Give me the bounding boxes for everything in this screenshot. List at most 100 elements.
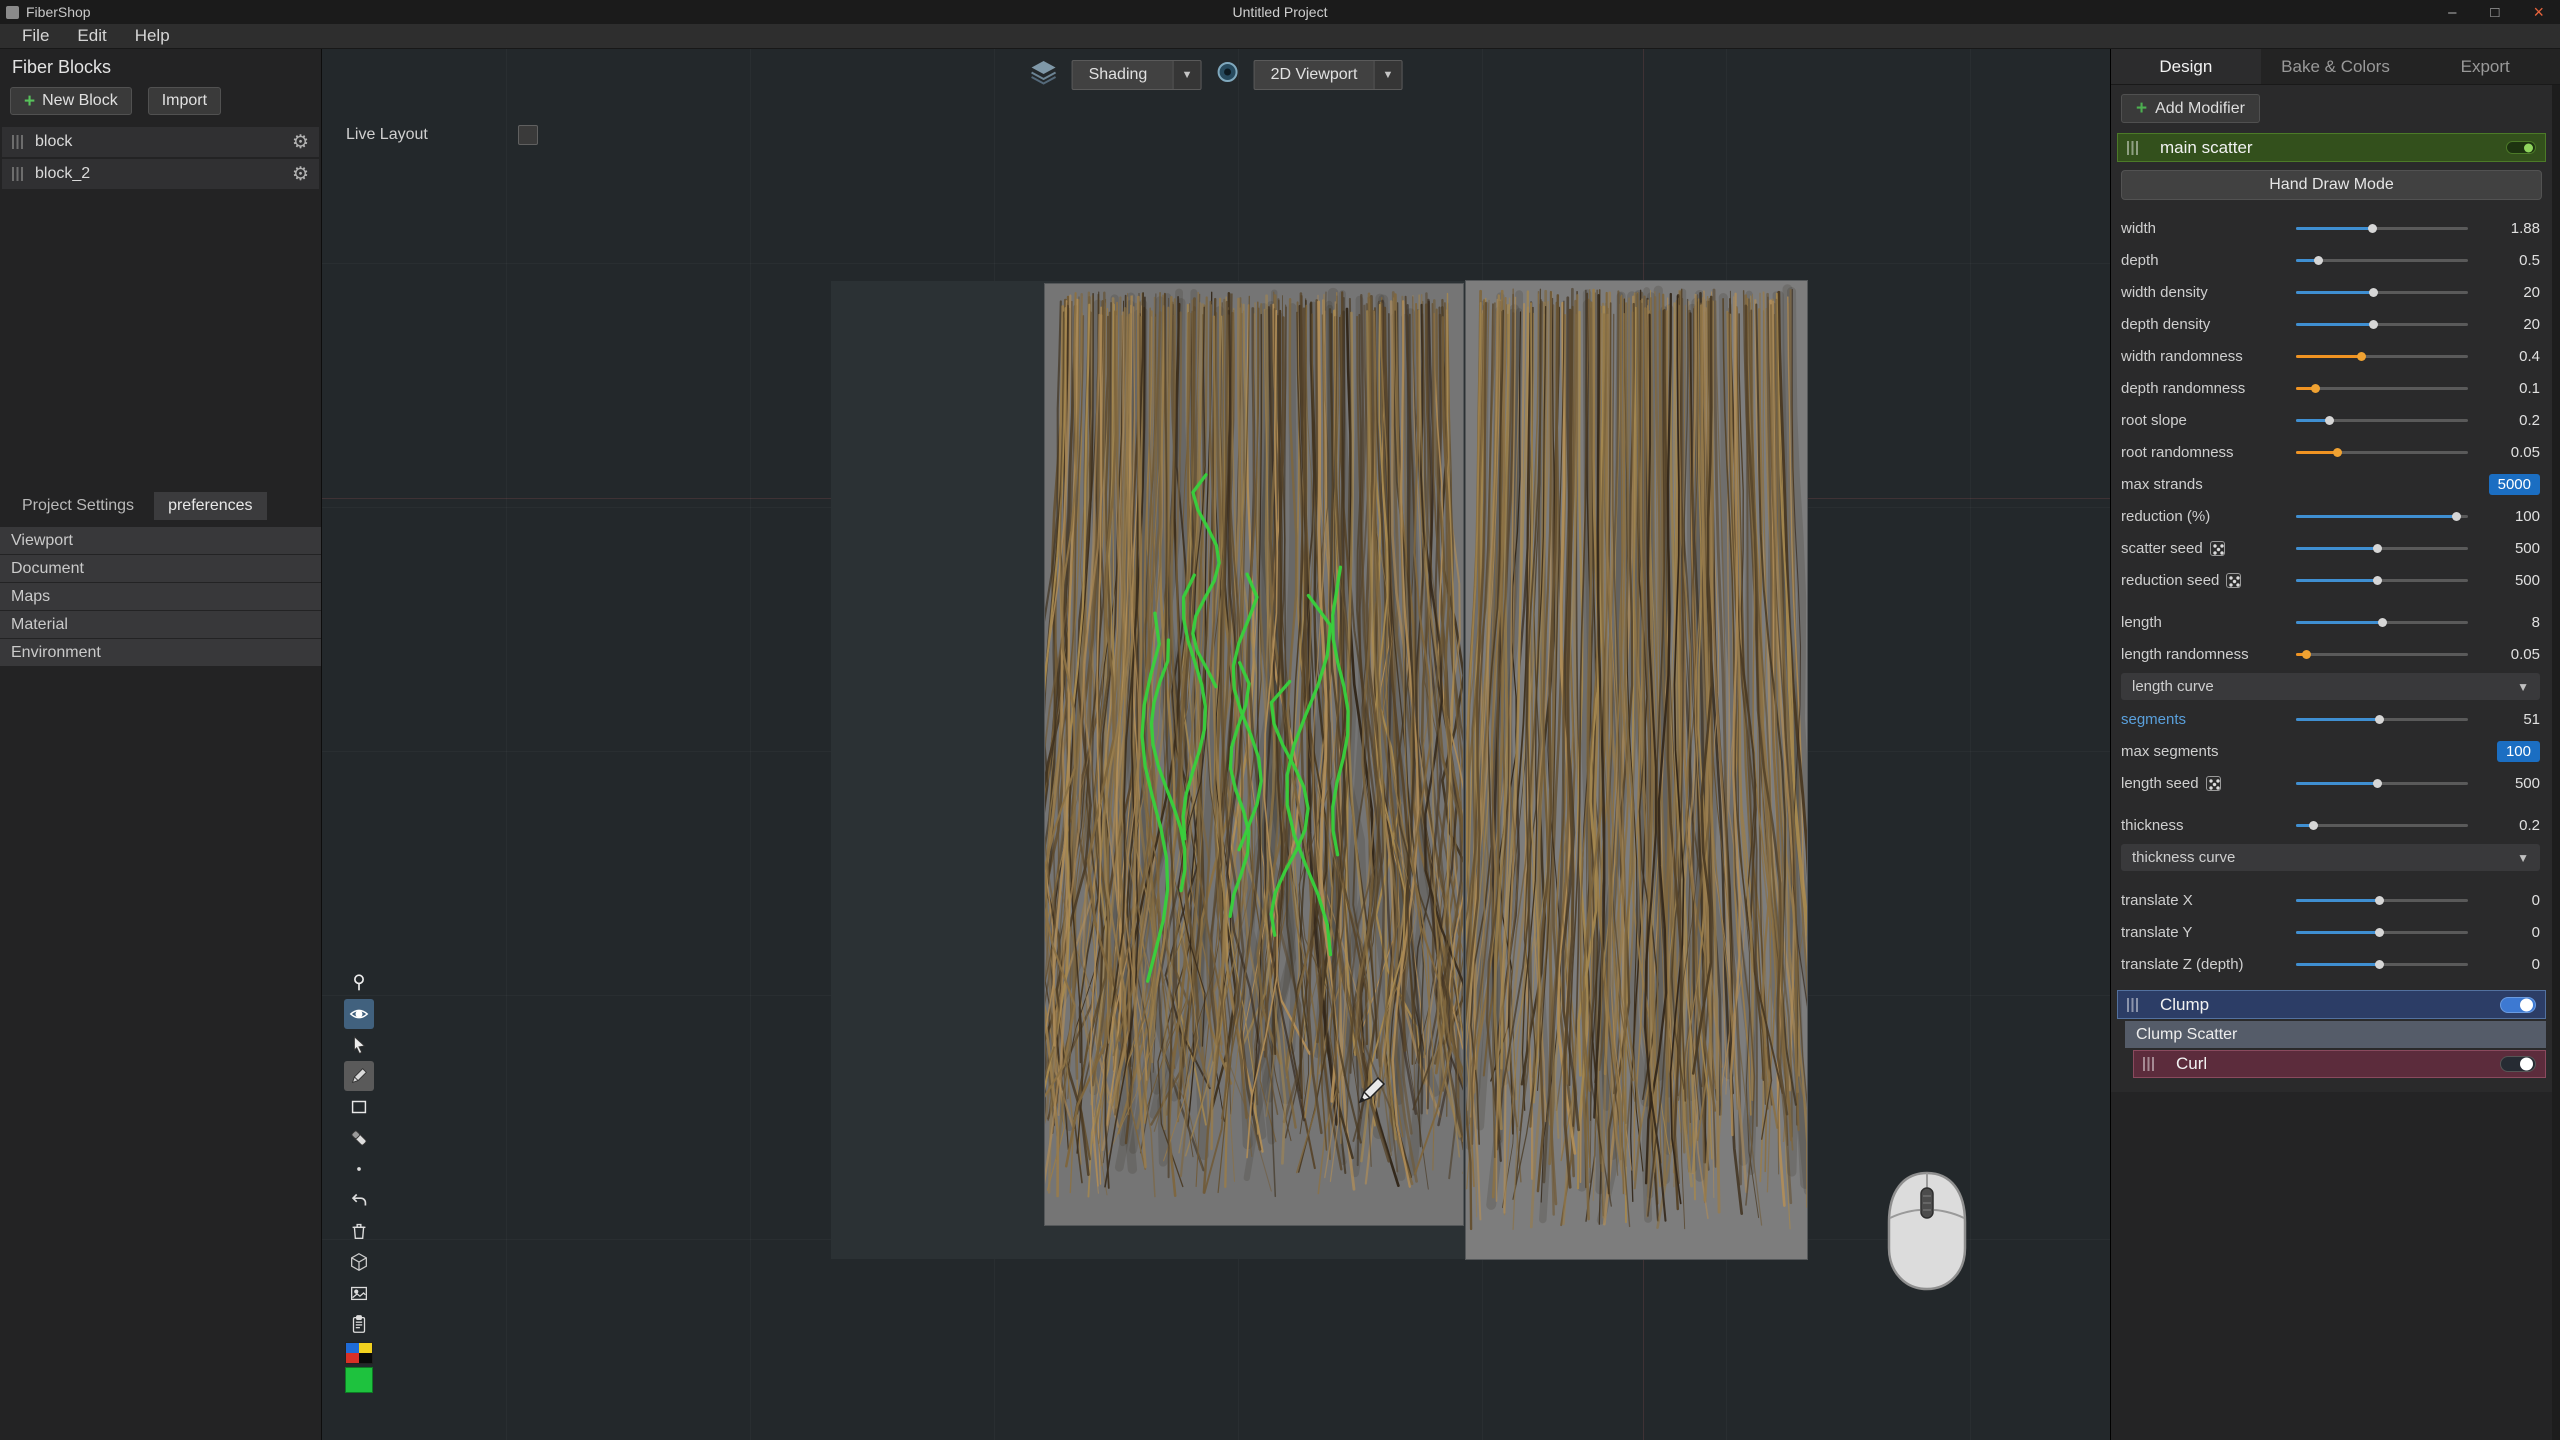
visibility-tool-icon[interactable]	[344, 999, 374, 1029]
slider-handle[interactable]	[2373, 544, 2382, 553]
slider-handle[interactable]	[2325, 416, 2334, 425]
param-value[interactable]: 0.2	[2478, 412, 2540, 429]
main-scatter-header[interactable]: main scatter	[2117, 133, 2546, 162]
slider-handle[interactable]	[2369, 288, 2378, 297]
param-value-field[interactable]: 100	[2497, 741, 2540, 762]
slider-handle[interactable]	[2311, 384, 2320, 393]
param-value[interactable]: 0.2	[2478, 817, 2540, 834]
import-button[interactable]: Import	[148, 87, 221, 115]
param-slider[interactable]	[2296, 621, 2468, 624]
param-value[interactable]: 500	[2478, 540, 2540, 557]
param-value[interactable]: 0.5	[2478, 252, 2540, 269]
hair-preview-left[interactable]	[1045, 284, 1463, 1225]
settings-tab-preferences[interactable]: preferences	[154, 492, 267, 520]
slider-handle[interactable]	[2302, 650, 2311, 659]
param-slider[interactable]	[2296, 227, 2468, 230]
param-value[interactable]: 20	[2478, 284, 2540, 301]
image-tool-icon[interactable]	[344, 1278, 374, 1308]
color-quad-swatch[interactable]	[345, 1342, 373, 1364]
modifier-clump-scatter[interactable]: Clump Scatter	[2125, 1021, 2546, 1048]
slider-handle[interactable]	[2314, 256, 2323, 265]
dice-icon[interactable]	[2210, 541, 2225, 556]
param-slider[interactable]	[2296, 579, 2468, 582]
param-value[interactable]: 100	[2478, 741, 2540, 762]
slider-handle[interactable]	[2375, 960, 2384, 969]
slider-handle[interactable]	[2309, 821, 2318, 830]
param-slider[interactable]	[2296, 291, 2468, 294]
param-slider[interactable]	[2296, 782, 2468, 785]
param-value[interactable]: 5000	[2478, 474, 2540, 495]
param-slider[interactable]	[2296, 547, 2468, 550]
settings-item-maps[interactable]: Maps	[0, 583, 321, 610]
drag-handle-icon[interactable]	[2127, 141, 2138, 155]
param-slider[interactable]	[2296, 355, 2468, 358]
clipboard-icon[interactable]	[344, 1309, 374, 1339]
brush-size-icon[interactable]	[344, 1154, 374, 1184]
close-button[interactable]: ×	[2533, 2, 2544, 23]
settings-item-document[interactable]: Document	[0, 555, 321, 582]
pencil-tool-icon[interactable]	[344, 1061, 374, 1091]
param-slider[interactable]	[2296, 931, 2468, 934]
param-value[interactable]: 0.4	[2478, 348, 2540, 365]
param-value[interactable]: 0.05	[2478, 444, 2540, 461]
cursor-tool-icon[interactable]	[344, 1030, 374, 1060]
slider-handle[interactable]	[2375, 715, 2384, 724]
slider-handle[interactable]	[2333, 448, 2342, 457]
curl-toggle[interactable]	[2500, 1056, 2536, 1072]
rectangle-tool-icon[interactable]	[344, 1092, 374, 1122]
curve-dropdown-thickness-curve[interactable]: thickness curve▼	[2121, 844, 2540, 871]
swatch-yellow[interactable]	[359, 1343, 372, 1353]
param-slider[interactable]	[2296, 718, 2468, 721]
param-slider[interactable]	[2296, 259, 2468, 262]
add-modifier-button[interactable]: + Add Modifier	[2121, 94, 2260, 123]
modifier-clump[interactable]: Clump	[2117, 990, 2546, 1019]
cube-tool-icon[interactable]	[344, 1247, 374, 1277]
pin-tool-icon[interactable]	[344, 968, 374, 998]
param-value[interactable]: 20	[2478, 316, 2540, 333]
modifier-curl[interactable]: Curl	[2133, 1050, 2546, 1078]
param-value[interactable]: 8	[2478, 614, 2540, 631]
hair-preview-right[interactable]	[1466, 281, 1807, 1259]
param-slider[interactable]	[2296, 824, 2468, 827]
drag-handle-icon[interactable]	[2143, 1057, 2154, 1071]
menu-item-edit[interactable]: Edit	[63, 26, 120, 46]
param-value[interactable]: 0.1	[2478, 380, 2540, 397]
slider-handle[interactable]	[2375, 896, 2384, 905]
hand-draw-mode-button[interactable]: Hand Draw Mode	[2121, 170, 2542, 200]
param-value[interactable]: 0	[2478, 892, 2540, 909]
dice-icon[interactable]	[2226, 573, 2241, 588]
slider-handle[interactable]	[2373, 779, 2382, 788]
param-value[interactable]: 1.88	[2478, 220, 2540, 237]
menu-item-file[interactable]: File	[8, 26, 63, 46]
main-scatter-toggle[interactable]	[2506, 141, 2536, 154]
param-slider[interactable]	[2296, 323, 2468, 326]
param-value[interactable]: 500	[2478, 775, 2540, 792]
slider-handle[interactable]	[2357, 352, 2366, 361]
settings-item-material[interactable]: Material	[0, 611, 321, 638]
layers-icon[interactable]	[1030, 59, 1058, 90]
tab-export[interactable]: Export	[2410, 49, 2560, 84]
param-value[interactable]: 0.05	[2478, 646, 2540, 663]
minimize-button[interactable]: –	[2448, 4, 2456, 21]
swatch-blue[interactable]	[346, 1343, 359, 1353]
trash-icon[interactable]	[344, 1216, 374, 1246]
param-value[interactable]: 0	[2478, 924, 2540, 941]
slider-handle[interactable]	[2375, 928, 2384, 937]
scrollbar-gutter[interactable]	[2552, 85, 2560, 1440]
active-color-swatch[interactable]	[345, 1367, 373, 1393]
undo-icon[interactable]	[344, 1185, 374, 1215]
slider-handle[interactable]	[2378, 618, 2387, 627]
swatch-black[interactable]	[359, 1353, 372, 1363]
lens-icon[interactable]	[1216, 60, 1240, 89]
param-slider[interactable]	[2296, 515, 2468, 518]
new-block-button[interactable]: + New Block	[10, 87, 132, 115]
param-value[interactable]: 51	[2478, 711, 2540, 728]
settings-item-viewport[interactable]: Viewport	[0, 527, 321, 554]
tab-design[interactable]: Design	[2111, 49, 2261, 84]
viewport-mode-dropdown[interactable]: 2D Viewport ▼	[1254, 60, 1403, 90]
maximize-button[interactable]: □	[2490, 4, 2499, 21]
menu-item-help[interactable]: Help	[121, 26, 184, 46]
param-value[interactable]: 0	[2478, 956, 2540, 973]
param-slider[interactable]	[2296, 899, 2468, 902]
param-slider[interactable]	[2296, 963, 2468, 966]
